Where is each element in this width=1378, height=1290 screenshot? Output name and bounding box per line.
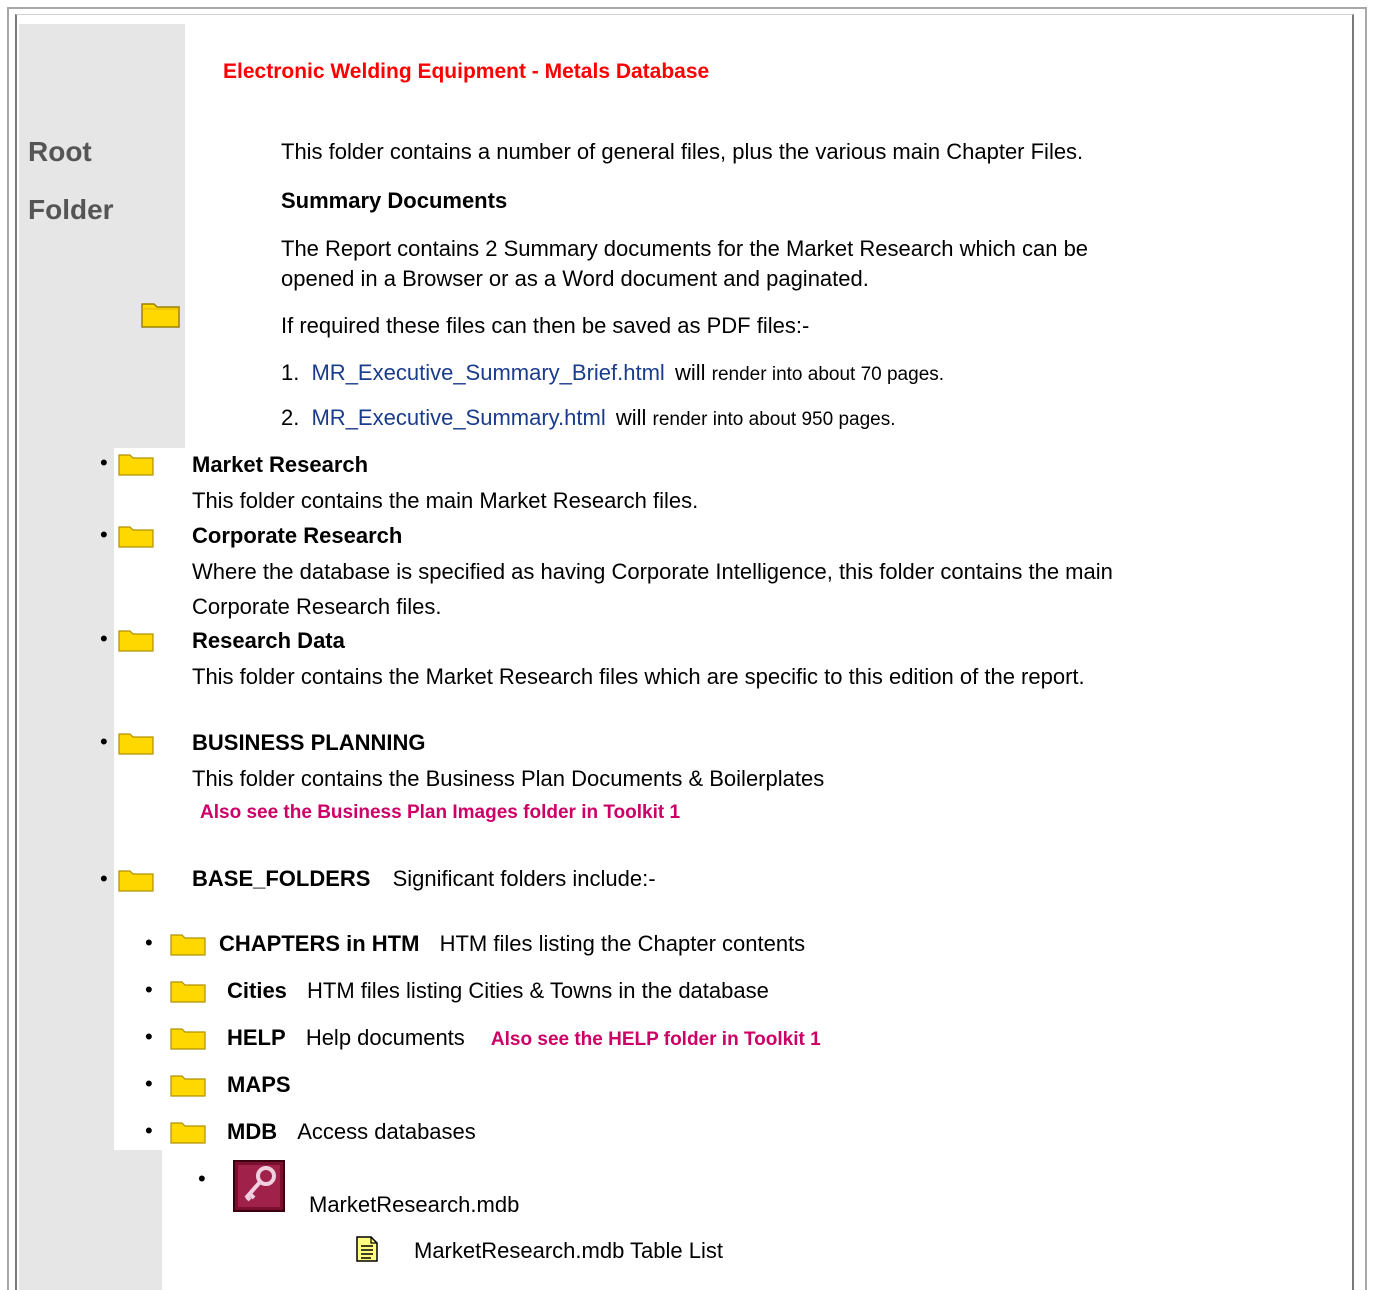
subfolder-mdb[interactable]: MDB — [227, 1119, 277, 1144]
folder-icon[interactable] — [118, 868, 154, 892]
subfolder-description: HTM files listing Cities & Towns in the … — [307, 978, 769, 1003]
folder-description: This folder contains the Business Plan D… — [192, 766, 825, 791]
subfolder-help[interactable]: HELP — [227, 1025, 286, 1050]
bullet: • — [100, 450, 108, 475]
business-plan-note-link[interactable]: Also see the Business Plan Images folder… — [200, 802, 680, 824]
subfolder-mdb-line: MDB Access databases — [227, 1119, 476, 1145]
item-pages: render into about 950 pages. — [652, 409, 896, 430]
summary-brief-link[interactable]: MR_Executive_Summary_Brief.html — [311, 360, 664, 385]
item-number: 2. — [281, 405, 300, 430]
left-panel-top — [19, 24, 185, 448]
folder-label: Folder — [28, 194, 114, 225]
folder-icon[interactable] — [118, 524, 154, 548]
subfolder-chapters[interactable]: CHAPTERS in HTM — [219, 931, 419, 956]
subfolder-help-line: HELP Help documents Also see the HELP fo… — [227, 1025, 821, 1051]
subfolder-description: Help documents — [305, 1025, 465, 1050]
subfolder-cities[interactable]: Cities — [227, 978, 287, 1003]
folder-icon[interactable] — [170, 979, 206, 1003]
item-will: will — [615, 405, 647, 430]
bullet: • — [145, 1071, 153, 1096]
subfolder-maps[interactable]: MAPS — [227, 1072, 291, 1098]
subfolder-description: Access databases — [297, 1119, 476, 1144]
access-database-icon[interactable] — [233, 1160, 285, 1212]
bullet: • — [145, 1024, 153, 1049]
pdf-instruction: If required these files can then be save… — [281, 313, 810, 338]
folder-description: This folder contains the Market Research… — [192, 664, 1085, 689]
page-title: Electronic Welding Equipment - Metals Da… — [223, 60, 710, 83]
folder-description: Where the database is specified as havin… — [192, 559, 1113, 584]
folder-description: This folder contains the main Market Res… — [192, 488, 699, 513]
document-icon[interactable] — [356, 1236, 378, 1262]
summary-item-1: 1. MR_Executive_Summary_Brief.html will … — [281, 360, 944, 386]
bullet: • — [100, 866, 108, 891]
bullet: • — [100, 626, 108, 651]
base-folders-line: BASE_FOLDERS Significant folders include… — [192, 866, 656, 892]
root-label: Root — [28, 136, 92, 167]
folder-business-planning[interactable]: BUSINESS PLANNING — [192, 730, 425, 756]
folder-base-folders[interactable]: BASE_FOLDERS — [192, 866, 370, 891]
item-will: will — [674, 360, 706, 385]
subfolder-chapters-line: CHAPTERS in HTM HTM files listing the Ch… — [219, 931, 805, 957]
intro-text: This folder contains a number of general… — [281, 139, 1084, 164]
folder-icon[interactable] — [170, 1120, 206, 1144]
summary-full-link[interactable]: MR_Executive_Summary.html — [311, 405, 605, 430]
folder-icon[interactable] — [118, 452, 154, 476]
subfolder-description: HTM files listing the Chapter contents — [439, 931, 806, 956]
folder-market-research[interactable]: Market Research — [192, 452, 368, 478]
item-pages: render into about 70 pages. — [711, 364, 945, 385]
summary-paragraph-2: opened in a Browser or as a Word documen… — [281, 266, 869, 291]
table-list-link[interactable]: MarketResearch.mdb Table List — [414, 1238, 723, 1264]
bullet: • — [198, 1166, 206, 1191]
folder-icon[interactable] — [170, 1026, 206, 1050]
folder-icon[interactable] — [118, 628, 154, 652]
folder-icon[interactable] — [141, 300, 181, 328]
item-number: 1. — [281, 360, 300, 385]
folder-description: Corporate Research files. — [192, 594, 442, 619]
left-panel-mdb — [114, 1150, 162, 1290]
folder-corporate-research[interactable]: Corporate Research — [192, 523, 402, 549]
folder-research-data[interactable]: Research Data — [192, 628, 345, 654]
subfolder-cities-line: Cities HTM files listing Cities & Towns … — [227, 978, 769, 1004]
bullet: • — [100, 522, 108, 547]
folder-icon[interactable] — [170, 932, 206, 956]
mdb-file-name[interactable]: MarketResearch.mdb — [309, 1192, 519, 1218]
summary-item-2: 2. MR_Executive_Summary.html will render… — [281, 405, 896, 431]
summary-heading: Summary Documents — [281, 188, 508, 213]
summary-paragraph-1: The Report contains 2 Summary documents … — [281, 236, 1089, 261]
bullet: • — [145, 977, 153, 1002]
bullet: • — [100, 729, 108, 754]
bullet: • — [145, 930, 153, 955]
folder-icon[interactable] — [170, 1073, 206, 1097]
folder-icon[interactable] — [118, 731, 154, 755]
bullet: • — [145, 1118, 153, 1143]
folder-description: Significant folders include:- — [392, 866, 656, 891]
help-note-link[interactable]: Also see the HELP folder in Toolkit 1 — [491, 1029, 821, 1050]
